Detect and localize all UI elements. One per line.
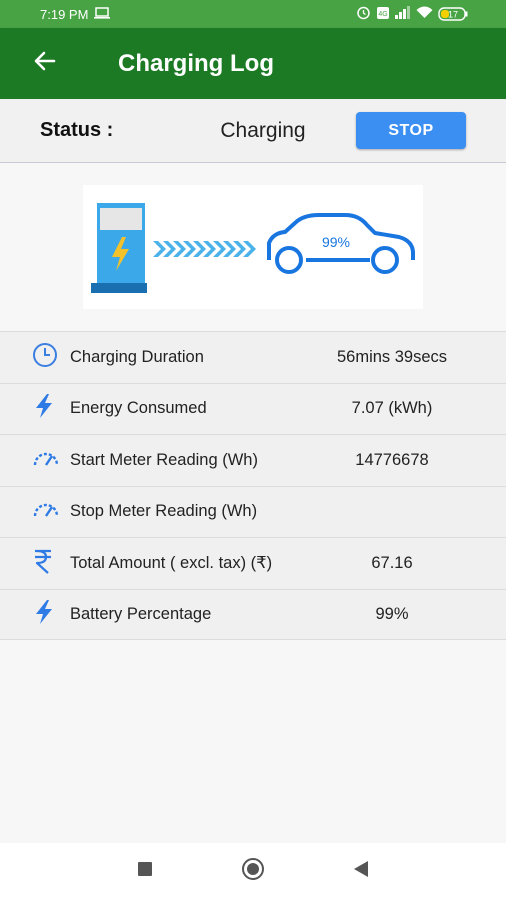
list-item-energy-consumed: Energy Consumed 7.07 (kWh) (0, 382, 506, 434)
list-item-start-meter: Start Meter Reading (Wh) 14776678 (0, 434, 506, 486)
row-label: Start Meter Reading (Wh) (70, 450, 258, 469)
rupee-icon (32, 548, 54, 579)
charging-illustration-area: 99% (0, 163, 506, 331)
home-button[interactable] (233, 852, 273, 892)
back-button[interactable] (34, 44, 94, 84)
row-value: 99% (375, 604, 409, 623)
lightning-icon (32, 393, 56, 424)
circle-icon (241, 857, 265, 886)
speedometer-icon (32, 499, 60, 524)
battery-icon: 17 (438, 7, 468, 21)
stop-button[interactable]: STOP (356, 112, 466, 149)
app-bar: Charging Log (0, 28, 506, 99)
sim-icon: 4G (376, 6, 390, 23)
charging-details-list: Charging Duration 56mins 39secs Energy C… (0, 331, 506, 640)
list-item-charging-duration: Charging Duration 56mins 39secs (0, 331, 506, 383)
speedometer-icon (32, 448, 60, 473)
signal-icon (395, 6, 411, 22)
status-label: Status : (40, 119, 114, 141)
recents-button[interactable] (125, 852, 165, 892)
row-label: Battery Percentage (70, 604, 212, 623)
row-value: 14776678 (355, 450, 429, 469)
row-label: Total Amount ( excl. tax) (₹) (70, 554, 273, 573)
back-nav-button[interactable] (341, 852, 381, 892)
square-icon (138, 862, 152, 881)
row-label: Charging Duration (70, 347, 204, 366)
alarm-icon (356, 5, 371, 23)
row-value: 67.16 (371, 553, 413, 572)
svg-text:4G: 4G (378, 11, 387, 18)
arrows-icon (153, 241, 256, 257)
list-item-battery-percentage: Battery Percentage 99% (0, 588, 506, 640)
row-value: 7.07 (kWh) (351, 399, 433, 418)
car-percent: 99% (322, 234, 350, 250)
row-label: Stop Meter Reading (Wh) (70, 502, 258, 521)
list-item-total-amount: Total Amount ( excl. tax) (₹) 67.16 (0, 537, 506, 589)
system-navigation-bar (0, 843, 506, 900)
charging-station-icon (91, 203, 147, 293)
status-value: Charging (220, 118, 306, 142)
page-title: Charging Log (118, 49, 274, 77)
charging-illustration: 99% (83, 185, 423, 309)
clock-icon (32, 342, 58, 373)
row-value: 56mins 39secs (336, 347, 448, 366)
arrow-left-icon (34, 51, 56, 76)
svg-text:17: 17 (448, 10, 458, 20)
lightning-icon (32, 599, 56, 630)
triangle-left-icon (354, 861, 368, 882)
charging-status-row: Status : Charging STOP (0, 99, 506, 163)
wifi-icon (416, 6, 433, 22)
list-item-stop-meter: Stop Meter Reading (Wh) (0, 485, 506, 537)
system-status-bar: 7:19 PM 4G 17 (0, 0, 506, 28)
clock-time: 7:19 PM (40, 6, 89, 22)
row-label: Energy Consumed (70, 399, 207, 418)
laptop-icon (94, 6, 111, 22)
